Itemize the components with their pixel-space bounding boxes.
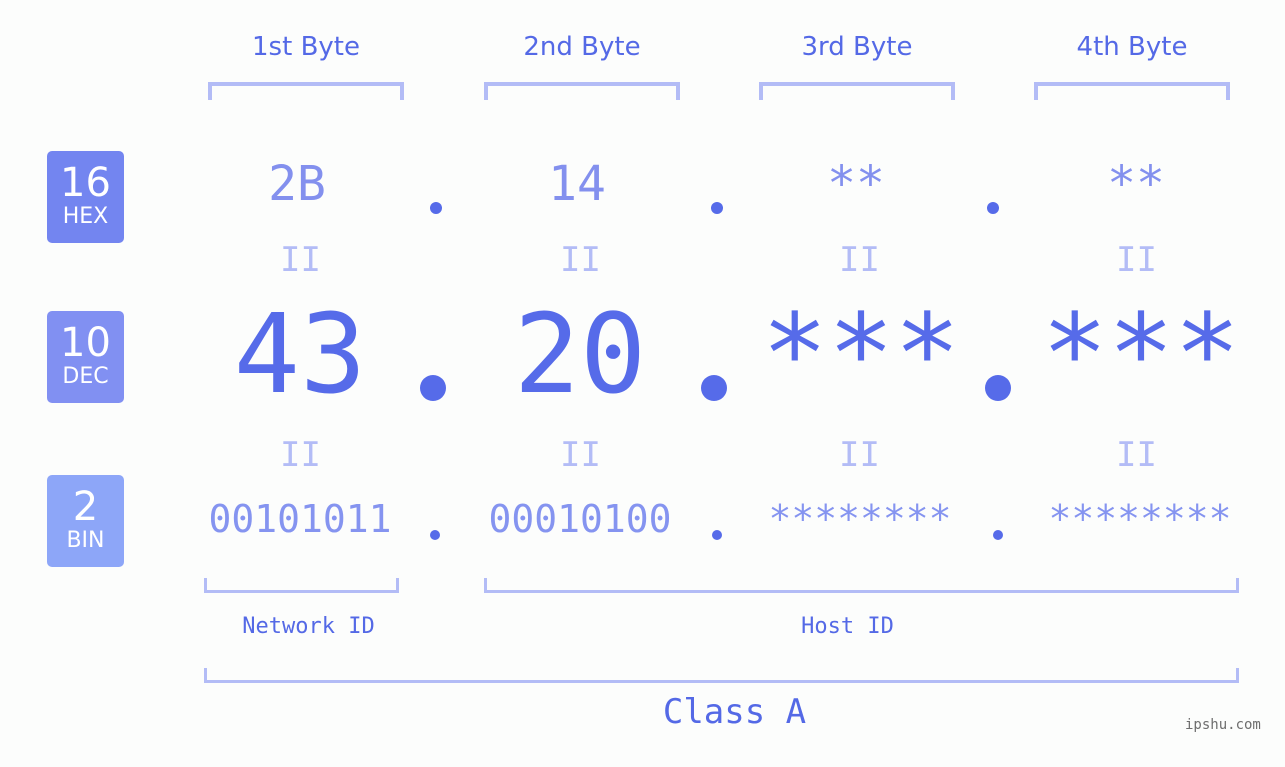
dec-base-number: 10 <box>60 320 111 366</box>
bin-byte-2: 00010100 <box>488 497 672 541</box>
hex-base-number: 16 <box>60 160 111 206</box>
hex-byte-2: 14 <box>548 156 606 212</box>
dec-badge: 10 DEC <box>47 311 124 403</box>
host-id-label: Host ID <box>801 614 894 639</box>
equals-icon: II <box>280 240 321 280</box>
equals-icon: II <box>280 435 321 475</box>
byte-3-bracket <box>759 82 955 100</box>
watermark: ipshu.com <box>1185 717 1261 733</box>
byte-4-bracket <box>1034 82 1230 100</box>
equals-icon: II <box>560 435 601 475</box>
bin-base-label: BIN <box>66 528 105 553</box>
bin-dot-1 <box>430 530 440 540</box>
hex-byte-4: ** <box>1107 156 1165 212</box>
bin-base-number: 2 <box>72 484 99 530</box>
network-id-bracket <box>204 578 399 593</box>
hex-dot-3 <box>987 202 999 214</box>
dec-byte-3: *** <box>761 290 961 418</box>
dec-byte-1: 43 <box>233 290 367 418</box>
hex-dot-2 <box>711 202 723 214</box>
hex-byte-1: 2B <box>268 156 326 212</box>
byte-1-bracket <box>208 82 404 100</box>
equals-icon: II <box>560 240 601 280</box>
dec-base-label: DEC <box>62 364 109 389</box>
host-id-bracket <box>484 578 1239 593</box>
hex-base-label: HEX <box>62 204 109 229</box>
bin-badge: 2 BIN <box>47 475 124 567</box>
dec-dot-2 <box>701 375 727 401</box>
bin-byte-4: ******** <box>1048 497 1232 541</box>
byte-header-2: 2nd Byte <box>523 32 641 62</box>
dec-byte-2: 20 <box>513 290 647 418</box>
class-bracket <box>204 668 1239 683</box>
class-label: Class A <box>662 692 807 732</box>
bin-dot-3 <box>993 530 1003 540</box>
byte-header-4: 4th Byte <box>1076 32 1188 62</box>
bin-byte-1: 00101011 <box>208 497 392 541</box>
bin-byte-3: ******** <box>768 497 952 541</box>
equals-icon: II <box>839 435 880 475</box>
equals-icon: II <box>1116 240 1157 280</box>
equals-icon: II <box>839 240 880 280</box>
hex-byte-3: ** <box>827 156 885 212</box>
bin-dot-2 <box>712 530 722 540</box>
network-id-label: Network ID <box>242 614 375 639</box>
equals-icon: II <box>1116 435 1157 475</box>
dec-dot-1 <box>420 375 446 401</box>
byte-header-1: 1st Byte <box>252 32 360 62</box>
dec-byte-4: *** <box>1041 290 1241 418</box>
hex-badge: 16 HEX <box>47 151 124 243</box>
byte-2-bracket <box>484 82 680 100</box>
byte-header-3: 3rd Byte <box>801 32 913 62</box>
hex-dot-1 <box>430 202 442 214</box>
dec-dot-3 <box>985 375 1011 401</box>
